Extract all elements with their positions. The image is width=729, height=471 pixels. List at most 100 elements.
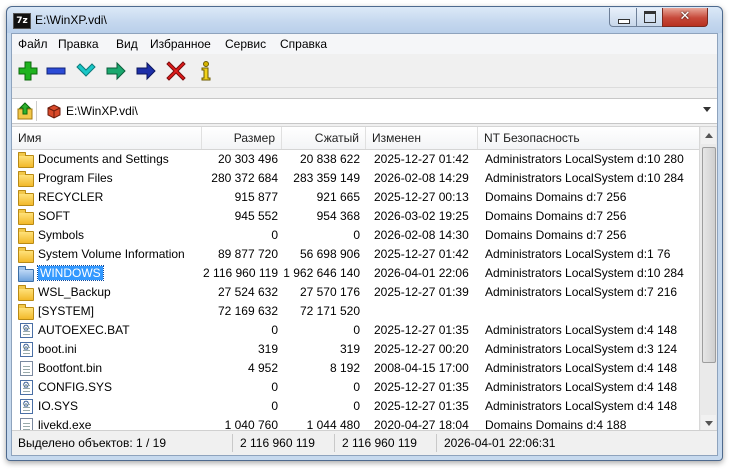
delete-button[interactable] — [164, 59, 188, 83]
file-packed-text: 921 665 — [316, 190, 360, 204]
table-row[interactable]: Documents and Settings 20 303 496 20 838 6… — [12, 150, 700, 169]
table-row[interactable]: boot.ini 319 319 2025-12-27 00:20 Administra… — [12, 340, 700, 359]
file-packed: 921 665 — [282, 188, 360, 207]
file-modified: 2026-02-08 14:29 — [374, 169, 484, 188]
file-name-text: Symbols — [38, 228, 85, 242]
up-folder-button[interactable] — [16, 101, 37, 121]
file-security-text: Administrators LocalSystem d:10 280 — [485, 152, 684, 166]
file-size-text: 0 — [271, 228, 278, 242]
menu-edit[interactable]: Правка — [58, 37, 99, 51]
test-button[interactable] — [74, 59, 98, 83]
table-row[interactable]: [SYSTEM] 72 169 632 72 171 520 — [12, 302, 700, 321]
title-bar[interactable]: 7z E:\WinXP.vdi\ ✕ — [7, 7, 722, 33]
file-security: Domains Domains d:7 256 — [485, 226, 715, 245]
table-row[interactable]: AUTOEXEC.BAT 0 0 2025-12-27 01:35 Administra… — [12, 321, 700, 340]
file-packed: 20 838 622 — [282, 150, 360, 169]
file-name-text: Program Files — [38, 171, 113, 185]
file-modified: 2025-12-27 01:42 — [374, 150, 484, 169]
scroll-thumb[interactable] — [702, 147, 716, 363]
col-security[interactable]: NT Безопасность — [478, 127, 701, 149]
file-packed-text: 56 698 906 — [299, 247, 360, 261]
col-name[interactable]: Имя — [12, 127, 202, 149]
col-modified[interactable]: Изменен — [366, 127, 478, 149]
add-button[interactable] — [16, 59, 40, 83]
file-name: WSL_Backup — [36, 283, 213, 302]
move-button[interactable] — [134, 59, 158, 83]
menu-file[interactable]: Файл — [18, 37, 48, 51]
info-icon — [201, 61, 211, 81]
col-packed[interactable]: Сжатый — [282, 127, 366, 149]
table-row[interactable]: WINDOWS 2 116 960 119 1 962 646 140 2026-04… — [12, 264, 700, 283]
file-packed: 1 962 646 140 — [282, 264, 360, 283]
menu-tools[interactable]: Сервис — [225, 37, 266, 51]
file-modified-text: 2025-12-27 01:35 — [374, 323, 469, 337]
file-name: boot.ini — [36, 340, 213, 359]
file-security: Administrators LocalSystem d:7 216 — [485, 283, 715, 302]
file-packed-text: 8 192 — [329, 361, 360, 375]
table-row[interactable]: Program Files 280 372 684 283 359 149 2026-… — [12, 169, 700, 188]
col-size[interactable]: Размер — [202, 127, 282, 149]
maximize-button[interactable] — [636, 8, 663, 27]
info-button[interactable] — [194, 59, 218, 83]
file-security-text: Administrators LocalSystem d:1 76 — [485, 247, 671, 261]
file-security-text: Administrators LocalSystem d:7 216 — [485, 285, 678, 299]
file-size: 4 952 — [202, 359, 278, 378]
table-row[interactable]: RECYCLER 915 877 921 665 2025-12-27 00:13 Do… — [12, 188, 700, 207]
extract-button[interactable] — [44, 59, 68, 83]
file-packed: 27 570 176 — [282, 283, 360, 302]
file-name-text: IO.SYS — [38, 399, 79, 413]
file-size-text: 915 877 — [234, 190, 278, 204]
copy-button[interactable] — [104, 59, 128, 83]
file-size: 27 524 632 — [202, 283, 278, 302]
file-size: 72 169 632 — [202, 302, 278, 321]
file-modified-text: 2026-02-08 14:30 — [374, 228, 469, 242]
file-packed-text: 0 — [353, 228, 360, 242]
file-modified: 2025-12-27 01:35 — [374, 378, 484, 397]
address-bar[interactable]: E:\WinXP.vdi\ — [12, 98, 717, 124]
table-row[interactable]: SOFT 945 552 954 368 2026-03-02 19:25 Domain… — [12, 207, 700, 226]
file-security-text: Administrators LocalSystem d:3 124 — [485, 342, 678, 356]
file-security-text: Administrators LocalSystem d:10 284 — [485, 266, 684, 280]
app-window: 7z E:\WinXP.vdi\ ✕ Файл Правка Вид Избра… — [6, 6, 723, 461]
archive-icon — [46, 103, 62, 119]
file-security: Administrators LocalSystem d:4 148 — [485, 378, 715, 397]
menu-favorites[interactable]: Избранное — [150, 37, 211, 51]
table-row[interactable]: System Volume Information 89 877 720 56 69… — [12, 245, 700, 264]
file-name: AUTOEXEC.BAT — [36, 321, 213, 340]
menu-help[interactable]: Справка — [280, 37, 327, 51]
file-security: Administrators LocalSystem d:4 148 — [485, 359, 715, 378]
close-button[interactable]: ✕ — [662, 8, 708, 27]
table-row[interactable]: WSL_Backup 27 524 632 27 570 176 2025-12-27… — [12, 283, 700, 302]
file-security: Administrators LocalSystem d:3 124 — [485, 340, 715, 359]
copy-arrow-icon — [106, 61, 126, 81]
file-packed-text: 319 — [339, 342, 360, 356]
file-packed: 56 698 906 — [282, 245, 360, 264]
file-name-text: [SYSTEM] — [38, 304, 95, 318]
scroll-up-icon[interactable] — [701, 127, 716, 144]
folder-icon — [18, 266, 34, 282]
vertical-scrollbar[interactable] — [699, 127, 717, 432]
chevron-down-icon[interactable] — [703, 107, 711, 112]
client-area: Файл Правка Вид Избранное Сервис Справка — [11, 33, 718, 456]
column-headers: Имя Размер Сжатый Изменен NT Безопасност… — [12, 127, 701, 150]
minimize-button[interactable] — [609, 8, 637, 27]
file-packed-text: 0 — [353, 380, 360, 394]
table-row[interactable]: CONFIG.SYS 0 0 2025-12-27 01:35 Administrato… — [12, 378, 700, 397]
file-name: Bootfont.bin — [36, 359, 213, 378]
file-security: Administrators LocalSystem d:1 76 — [485, 245, 715, 264]
folder-icon — [18, 228, 34, 244]
menu-view[interactable]: Вид — [116, 37, 138, 51]
file-modified-text: 2026-04-01 22:06 — [374, 266, 469, 280]
file-size: 915 877 — [202, 188, 278, 207]
file-security: Domains Domains d:7 256 — [485, 188, 715, 207]
window-title: E:\WinXP.vdi\ — [35, 13, 107, 27]
file-modified-text: 2008-04-15 17:00 — [374, 361, 469, 375]
table-row[interactable]: Bootfont.bin 4 952 8 192 2008-04-15 17:00 Ad… — [12, 359, 700, 378]
folder-icon — [18, 152, 34, 168]
delete-icon — [166, 61, 186, 81]
status-selected: Выделено объектов: 1 / 19 — [18, 436, 167, 450]
table-row[interactable]: Symbols 0 0 2026-02-08 14:30 Domains Domains… — [12, 226, 700, 245]
table-row[interactable]: IO.SYS 0 0 2025-12-27 01:35 Administrators L… — [12, 397, 700, 416]
folder-icon — [18, 209, 34, 225]
app-icon: 7z — [13, 13, 31, 29]
